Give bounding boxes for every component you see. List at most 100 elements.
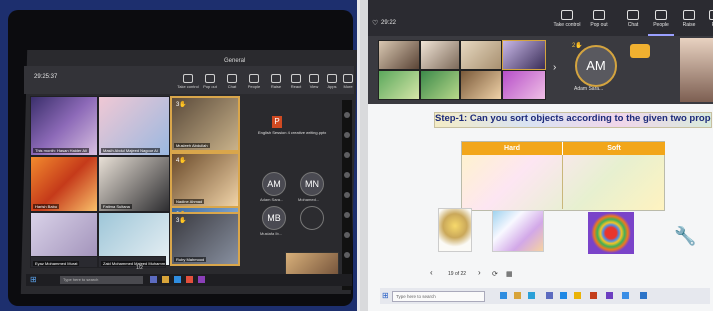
slide-step-heading: Step-1: Can you sort objects according t… [434, 112, 712, 128]
app-taskbar-icon[interactable] [640, 292, 647, 299]
windows-start-icon[interactable]: ⊞ [382, 291, 389, 300]
toolbar-button-pop-out[interactable]: Pop out [586, 10, 612, 34]
video-tile[interactable]: 4✋ Nadine Ahmad [170, 152, 240, 208]
video-tile[interactable]: This month: Hasan Haider Ali [30, 96, 98, 156]
edge-taskbar-icon[interactable] [174, 276, 181, 283]
sync-icon[interactable]: ⟳ [492, 270, 498, 278]
toolbar-label: Raise [682, 22, 696, 28]
chat-icon [227, 74, 237, 83]
video-tile[interactable] [420, 40, 460, 70]
toolbar-button-people[interactable]: People [648, 10, 674, 36]
toolbar-button-people[interactable]: People [246, 74, 262, 90]
left-taskbar-search[interactable]: Type here to search [60, 276, 143, 284]
video-tile[interactable]: Eyaz Mohammed Murat [30, 256, 98, 268]
edge-taskbar-icon[interactable] [500, 292, 507, 299]
folder-taskbar-icon[interactable] [162, 276, 169, 283]
toolbar-label: Chat [627, 22, 639, 28]
participant-name: This month: Hasan Haider Ali [33, 148, 89, 153]
video-tile[interactable]: Fatima Sultana [98, 156, 170, 212]
video-tile[interactable] [460, 70, 502, 100]
participant-avatar[interactable]: AM [262, 172, 286, 196]
participant-name: Eyaz Mohammed Murat [33, 261, 80, 266]
rail-dot [344, 212, 350, 218]
participant-name: Ruby Mahmood [174, 257, 207, 262]
toolbar-button-apps[interactable]: Apps [324, 74, 340, 90]
powerpoint-icon: P [272, 116, 282, 128]
chat-icon [627, 10, 639, 20]
participant-name: Musleeh Abdullah [174, 143, 210, 148]
video-tile[interactable]: 3✋ Musleeh Abdullah [170, 96, 240, 152]
app-taskbar-icon[interactable] [622, 292, 629, 299]
video-tile[interactable]: Masih Abdul Majeed Nagoor Al [98, 96, 170, 156]
teams-taskbar-icon[interactable] [150, 276, 157, 283]
video-tile[interactable] [502, 40, 546, 70]
video-tile-edge [680, 38, 713, 102]
raise-icon [271, 74, 281, 83]
take-control-icon [561, 10, 573, 20]
toolbar-button-view[interactable]: View [306, 74, 322, 90]
store-taskbar-icon[interactable] [528, 292, 535, 299]
toolbar-button-re[interactable]: Re [702, 10, 713, 34]
re-icon [709, 10, 713, 20]
ppt-share-preview [246, 112, 336, 162]
participant-avatar-large: AM [575, 45, 617, 87]
toolbar-label: React [290, 84, 302, 89]
toolbar-button-more[interactable]: More [340, 74, 356, 90]
toolbar-button-take-control[interactable]: Take control [554, 10, 580, 34]
toolbar-button-raise[interactable]: Raise [676, 10, 702, 34]
participant-name: Masih Abdul Majeed Nagoor Al [101, 148, 160, 153]
toolbar-label: Take control [177, 84, 199, 89]
rail-dot [344, 132, 350, 138]
participant-avatar-name: Mohamed... [298, 197, 320, 202]
participant-name: Harish Babu [33, 204, 60, 209]
people-icon [249, 74, 259, 83]
app-taskbar-icon[interactable] [186, 276, 193, 283]
toolbar-label: People [653, 22, 669, 28]
participant-name: Nadine Ahmad [174, 199, 205, 204]
folder-taskbar-icon[interactable] [514, 292, 521, 299]
teams-taskbar-icon[interactable] [546, 292, 553, 299]
participant-avatar[interactable] [300, 206, 324, 230]
slide-page-indicator: 19 of 22 [448, 271, 467, 277]
raised-hand-icon: 3✋ [176, 102, 187, 108]
app-taskbar-icon[interactable] [198, 276, 205, 283]
toolbar-label: Chat [227, 84, 237, 89]
chrome-taskbar-icon[interactable] [574, 292, 581, 299]
participant-avatar[interactable]: MN [300, 172, 324, 196]
video-tile[interactable] [378, 70, 420, 100]
left-meeting-time: 29:25:37 [34, 74, 58, 80]
word-taskbar-icon[interactable] [560, 292, 567, 299]
toolbar-label: View [309, 84, 319, 89]
toolbar-button-pop-out[interactable]: Pop out [202, 74, 218, 90]
toolbar-button-raise[interactable]: Raise [268, 74, 284, 90]
app-taskbar-icon[interactable] [606, 292, 613, 299]
rail-dot [344, 172, 350, 178]
windows-start-icon[interactable]: ⊞ [30, 276, 38, 284]
video-tile[interactable] [502, 70, 546, 100]
toolbar-button-chat[interactable]: Chat [620, 10, 646, 34]
participant-avatar[interactable]: MB [262, 206, 286, 230]
toolbar-button-react[interactable]: React [288, 74, 304, 90]
rail-dot [344, 232, 350, 238]
slide-next-icon[interactable]: › [478, 268, 481, 277]
right-taskbar-search[interactable]: Type here to search [392, 291, 485, 302]
video-tile[interactable] [378, 40, 420, 70]
video-tile[interactable] [460, 40, 502, 70]
grid-icon[interactable]: ▦ [506, 270, 513, 278]
chevron-right-icon[interactable]: › [553, 62, 556, 73]
table-header-hard: Hard [462, 142, 562, 155]
video-tile[interactable]: Zaid Mohammed Majeed Muhammad [98, 256, 166, 268]
video-tile[interactable]: Harish Babu [30, 156, 98, 212]
toolbar-button-take-control[interactable]: Take control [177, 74, 199, 90]
apps-icon [327, 74, 337, 83]
participant-avatar-name: Adam Sara... [260, 197, 284, 202]
video-tile[interactable] [420, 70, 460, 100]
powerpoint-taskbar-icon[interactable] [590, 292, 597, 299]
view-icon [309, 74, 319, 83]
toolbar-label: Pop out [203, 84, 217, 89]
participant-name: Zaid Mohammed Majeed Muhammad [101, 261, 165, 266]
toolbar-button-chat[interactable]: Chat [224, 74, 240, 90]
raise-icon [683, 10, 695, 20]
video-tile[interactable]: 3✋ Ruby Mahmood [170, 212, 240, 266]
slide-prev-icon[interactable]: ‹ [430, 268, 433, 277]
